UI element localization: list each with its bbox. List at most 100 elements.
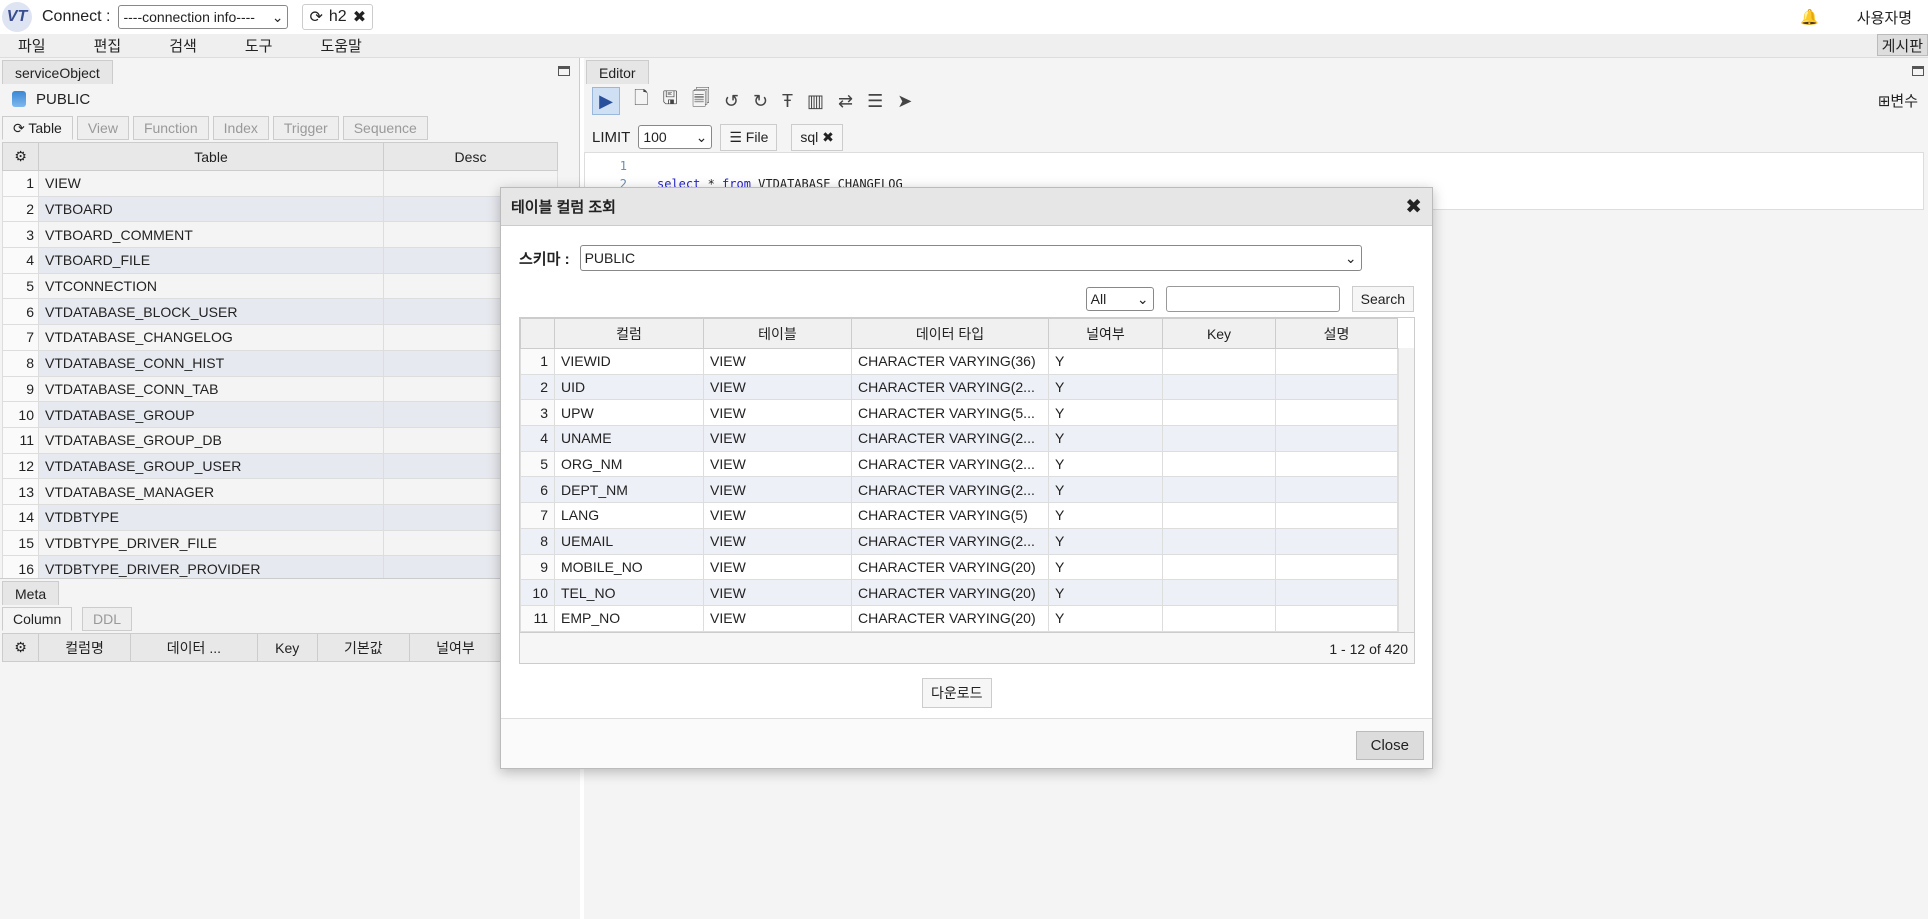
column-header-nullable[interactable]: 널여부 bbox=[1048, 318, 1163, 349]
table-row[interactable]: 6 VTDATABASE_BLOCK_USER bbox=[2, 298, 558, 326]
table-row[interactable]: 4 VTBOARD_FILE bbox=[2, 247, 558, 274]
connection-select[interactable]: ----connection info---- ⌄ bbox=[118, 5, 289, 29]
table-row[interactable]: 8 VTDATABASE_CONN_HIST bbox=[2, 349, 558, 377]
send-icon[interactable]: ➤ bbox=[897, 91, 912, 112]
table-row[interactable]: 2 UID VIEW CHARACTER VARYING(2... Y bbox=[520, 373, 1398, 401]
column-name[interactable]: EMP_NO bbox=[554, 604, 704, 632]
table-name[interactable]: VTDATABASE_CHANGELOG bbox=[38, 324, 384, 351]
tab-ddl[interactable]: DDL bbox=[82, 607, 133, 631]
column-name[interactable]: UNAME bbox=[554, 425, 704, 452]
column-name[interactable]: DEPT_NM bbox=[554, 476, 704, 504]
table-row[interactable]: 14 VTDBTYPE bbox=[2, 503, 558, 531]
tab-trigger[interactable]: Trigger bbox=[272, 116, 339, 140]
minimize-icon[interactable] bbox=[1912, 66, 1924, 76]
column-header-table[interactable]: 테이블 bbox=[703, 318, 852, 349]
table-name[interactable]: VTDATABASE_GROUP_USER bbox=[38, 452, 384, 480]
table-row[interactable]: 1 VIEW bbox=[2, 170, 558, 197]
column-header-table[interactable]: Table bbox=[38, 142, 384, 171]
swap-icon[interactable]: ⇄ bbox=[838, 91, 853, 112]
column-header-desc[interactable]: 설명 bbox=[1275, 318, 1398, 349]
table-name[interactable]: VTDATABASE_CONN_HIST bbox=[38, 349, 384, 377]
table-row[interactable]: 2 VTBOARD bbox=[2, 195, 558, 223]
menu-tools[interactable]: 도구 bbox=[245, 35, 273, 56]
column-header-column[interactable]: 컬럼 bbox=[554, 318, 704, 349]
undo-icon[interactable]: ↺ bbox=[724, 91, 739, 112]
column-name[interactable]: VIEWID bbox=[554, 348, 704, 375]
table-row[interactable]: 15 VTDBTYPE_DRIVER_FILE bbox=[2, 529, 558, 557]
table-name[interactable]: VIEW bbox=[38, 170, 384, 197]
vertical-scrollbar[interactable] bbox=[1398, 348, 1414, 652]
text-format-icon[interactable]: Ŧ bbox=[782, 91, 793, 112]
limit-select[interactable]: 100 ⌄ bbox=[638, 125, 713, 149]
table-row[interactable]: 5 VTCONNECTION bbox=[2, 272, 558, 300]
table-row[interactable]: 5 ORG_NM VIEW CHARACTER VARYING(2... Y bbox=[520, 450, 1398, 478]
column-header-key[interactable]: Key bbox=[1162, 318, 1276, 349]
table-name[interactable]: VTDBTYPE bbox=[38, 503, 384, 531]
bell-icon[interactable]: 🔔 bbox=[1800, 8, 1819, 26]
menu-search[interactable]: 검색 bbox=[169, 35, 197, 56]
map-icon[interactable]: ▥ bbox=[807, 91, 824, 112]
user-name[interactable]: 사용자명 bbox=[1857, 7, 1912, 28]
editor-tab[interactable]: Editor bbox=[586, 60, 649, 84]
run-icon[interactable]: ▶ bbox=[592, 87, 620, 115]
settings-icon[interactable]: ⚙ bbox=[2, 633, 39, 662]
service-object-tab[interactable]: serviceObject bbox=[2, 60, 113, 84]
table-name[interactable]: VTBOARD bbox=[38, 195, 384, 223]
meta-header-default[interactable]: 기본값 bbox=[316, 633, 410, 662]
settings-icon[interactable]: ⚙ bbox=[2, 142, 39, 171]
table-row[interactable]: 1 VIEWID VIEW CHARACTER VARYING(36) Y bbox=[520, 348, 1398, 375]
table-name[interactable]: VTDATABASE_GROUP bbox=[38, 401, 384, 428]
menu-file[interactable]: 파일 bbox=[18, 35, 46, 56]
close-icon[interactable]: ✖ bbox=[1405, 194, 1422, 219]
table-row[interactable]: 12 VTDATABASE_GROUP_USER bbox=[2, 452, 558, 480]
table-row[interactable]: 11 VTDATABASE_GROUP_DB bbox=[2, 426, 558, 454]
refresh-icon[interactable]: ⟳ bbox=[13, 120, 28, 136]
column-header-type[interactable]: 데이터 타입 bbox=[851, 318, 1049, 349]
table-name[interactable]: VTDATABASE_CONN_TAB bbox=[38, 375, 384, 403]
connection-tab[interactable]: ⟳ h2 ✖ bbox=[302, 4, 374, 30]
tab-sequence[interactable]: Sequence bbox=[342, 116, 428, 140]
tab-table[interactable]: ⟳ Table bbox=[2, 116, 73, 140]
table-row[interactable]: 10 TEL_NO VIEW CHARACTER VARYING(20) Y bbox=[520, 579, 1398, 606]
sql-tab[interactable]: sql ✖ bbox=[791, 123, 843, 151]
table-row[interactable]: 13 VTDATABASE_MANAGER bbox=[2, 478, 558, 505]
table-row[interactable]: 9 MOBILE_NO VIEW CHARACTER VARYING(20) Y bbox=[520, 553, 1398, 581]
schema-select[interactable]: PUBLIC ⌄ bbox=[579, 245, 1362, 271]
close-icon[interactable]: ✖ bbox=[822, 129, 834, 145]
board-button[interactable]: 게시판 bbox=[1876, 34, 1928, 56]
table-row[interactable]: 3 VTBOARD_COMMENT bbox=[2, 221, 558, 249]
table-row[interactable]: 9 VTDATABASE_CONN_TAB bbox=[2, 375, 558, 403]
table-row[interactable]: 4 UNAME VIEW CHARACTER VARYING(2... Y bbox=[520, 425, 1398, 452]
column-name[interactable]: TEL_NO bbox=[554, 579, 704, 606]
search-button[interactable]: Search bbox=[1351, 286, 1414, 312]
table-row[interactable]: 7 LANG VIEW CHARACTER VARYING(5) Y bbox=[520, 502, 1398, 529]
close-icon[interactable]: ✖ bbox=[353, 7, 366, 27]
refresh-icon[interactable]: ⟳ bbox=[309, 7, 322, 27]
save-icon[interactable]: 🖫 bbox=[662, 86, 677, 116]
search-input[interactable] bbox=[1165, 286, 1340, 312]
tab-view[interactable]: View bbox=[76, 116, 129, 140]
meta-tab[interactable]: Meta bbox=[2, 581, 60, 605]
meta-header-type[interactable]: 데이터 ... bbox=[130, 633, 258, 662]
table-row[interactable]: 10 VTDATABASE_GROUP bbox=[2, 401, 558, 428]
tab-index[interactable]: Index bbox=[212, 116, 269, 140]
new-file-icon[interactable]: 🗋 bbox=[634, 86, 648, 116]
column-name[interactable]: ORG_NM bbox=[554, 450, 704, 478]
tab-function[interactable]: Function bbox=[132, 116, 209, 140]
table-name[interactable]: VTCONNECTION bbox=[38, 272, 384, 300]
table-name[interactable]: VTBOARD_FILE bbox=[38, 247, 384, 274]
indent-icon[interactable]: ☰ bbox=[867, 91, 883, 112]
schema-name[interactable]: PUBLIC bbox=[36, 91, 90, 108]
column-header-desc[interactable]: Desc bbox=[383, 142, 558, 171]
redo-icon[interactable]: ↻ bbox=[753, 91, 768, 112]
table-row[interactable]: 7 VTDATABASE_CHANGELOG bbox=[2, 324, 558, 351]
filter-select[interactable]: All ⌄ bbox=[1085, 287, 1154, 311]
meta-header-nullable[interactable]: 널여부 bbox=[408, 633, 503, 662]
table-name[interactable]: VTBOARD_COMMENT bbox=[38, 221, 384, 249]
meta-header-key[interactable]: Key bbox=[256, 633, 318, 662]
column-name[interactable]: UID bbox=[554, 373, 704, 401]
tab-column[interactable]: Column bbox=[2, 607, 73, 631]
download-button[interactable]: 다운로드 bbox=[922, 678, 992, 708]
close-button[interactable]: Close bbox=[1355, 731, 1424, 760]
meta-header-name[interactable]: 컬럼명 bbox=[37, 633, 132, 662]
